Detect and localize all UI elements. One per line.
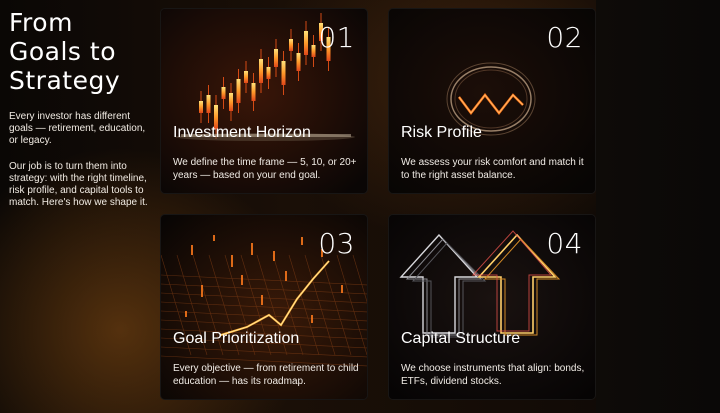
candle-body — [251, 83, 256, 101]
card-description: We assess your risk comfort and match it… — [401, 157, 584, 181]
intro-paragraph: Every investor has different goals — ret… — [9, 111, 146, 146]
light-particle — [261, 295, 263, 305]
candle-body — [259, 59, 263, 83]
light-particle — [231, 255, 233, 267]
candle-body — [266, 67, 271, 79]
light-particle — [251, 243, 253, 255]
card-number: 02 — [546, 21, 583, 54]
card-number: 01 — [318, 21, 355, 54]
card-title: Risk Profile — [401, 124, 482, 141]
right-edge-panel — [596, 0, 720, 413]
candle-body — [311, 45, 316, 57]
candle-body — [281, 61, 286, 85]
light-particle — [191, 245, 193, 255]
light-particle — [285, 271, 287, 281]
card-description: We choose instruments that align: bonds,… — [401, 363, 585, 387]
light-particle — [241, 275, 243, 285]
title-line: From — [9, 8, 73, 37]
title-line: Strategy — [9, 66, 121, 95]
hero-section: From Goals to Strategy Every investor ha… — [9, 8, 149, 209]
light-particle — [341, 285, 343, 293]
candle-body — [206, 95, 211, 113]
light-particle — [201, 285, 203, 297]
candle-body — [244, 71, 248, 83]
light-particle — [311, 315, 313, 323]
light-particle — [273, 251, 275, 261]
card-goal-prioritization[interactable]: 03 Goal Prioritization Every objective —… — [160, 214, 368, 400]
card-title: Investment Horizon — [173, 124, 311, 141]
candle-body — [199, 101, 203, 113]
page-title: From Goals to Strategy — [9, 8, 149, 95]
light-particle — [185, 311, 187, 317]
card-number: 04 — [546, 227, 583, 260]
card-capital-structure[interactable]: 04 Capital Structure We choose instrumen… — [388, 214, 596, 400]
candle-body — [236, 79, 241, 103]
candle-body — [289, 39, 293, 51]
card-risk-profile[interactable]: 02 Risk Profile We assess your risk comf… — [388, 8, 596, 194]
strategy-paragraph: Our job is to turn them into strategy: w… — [9, 161, 148, 208]
candle-body — [274, 49, 278, 67]
card-title: Goal Prioritization — [173, 330, 300, 347]
light-particle — [213, 235, 215, 241]
card-title: Capital Structure — [401, 330, 521, 347]
candle-body — [229, 93, 233, 111]
card-number: 03 — [318, 227, 355, 260]
card-investment-horizon[interactable]: 01 Investment Horizon We define the time… — [160, 8, 368, 194]
candle-body — [304, 31, 308, 55]
light-particle — [301, 237, 303, 245]
card-description: We define the time frame — 5, 10, or 20+… — [173, 157, 357, 181]
candle-body — [296, 53, 301, 71]
title-line: Goals to — [9, 37, 117, 66]
candle-body — [221, 87, 226, 99]
card-description: Every objective — from retirement to chi… — [173, 363, 359, 387]
